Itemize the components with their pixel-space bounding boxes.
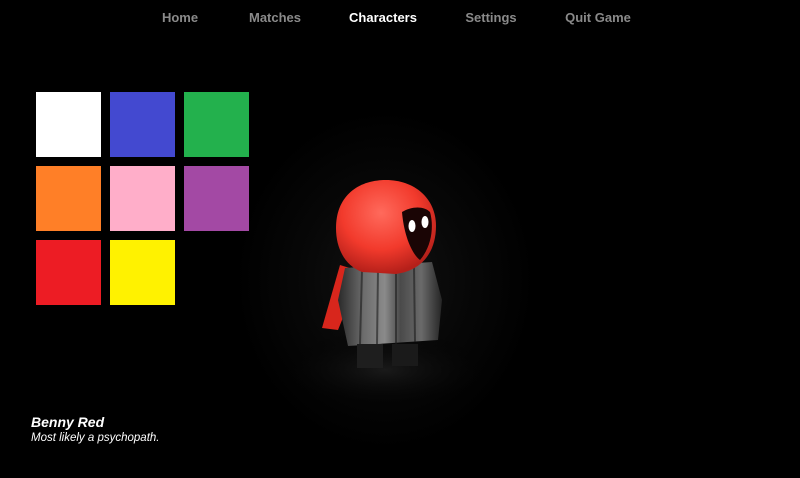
swatch-green[interactable] bbox=[184, 92, 249, 157]
swatch-pink[interactable] bbox=[110, 166, 175, 231]
swatch-red[interactable] bbox=[36, 240, 101, 305]
swatch-blue[interactable] bbox=[110, 92, 175, 157]
character-info: Benny Red Most likely a psychopath. bbox=[31, 414, 159, 445]
nav-settings[interactable]: Settings bbox=[465, 10, 516, 25]
nav-home[interactable]: Home bbox=[162, 10, 198, 25]
swatch-purple[interactable] bbox=[184, 166, 249, 231]
nav-quit-game[interactable]: Quit Game bbox=[565, 10, 631, 25]
character-description: Most likely a psychopath. bbox=[31, 432, 160, 444]
swatch-orange[interactable] bbox=[36, 166, 101, 231]
main-nav: Home Matches Characters Settings Quit Ga… bbox=[0, 0, 800, 34]
nav-matches[interactable]: Matches bbox=[249, 10, 301, 25]
right-leg bbox=[392, 344, 418, 366]
swatch-white[interactable] bbox=[36, 92, 101, 157]
character-name: Benny Red bbox=[31, 414, 105, 430]
swatch-yellow[interactable] bbox=[110, 240, 175, 305]
left-eye bbox=[408, 220, 416, 232]
right-eye bbox=[421, 216, 429, 228]
character-model bbox=[275, 180, 495, 410]
left-leg bbox=[357, 344, 383, 368]
nav-characters[interactable]: Characters bbox=[349, 10, 417, 25]
character-body bbox=[338, 262, 442, 346]
